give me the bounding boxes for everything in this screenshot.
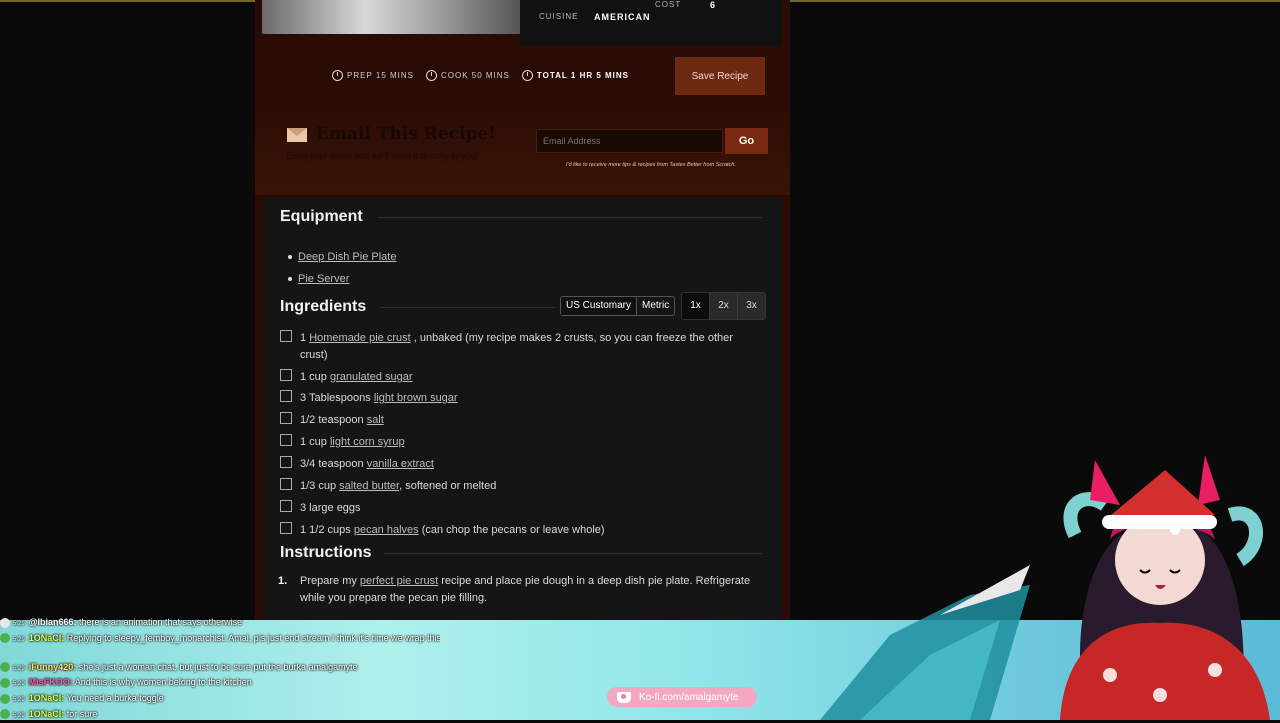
- save-recipe-button[interactable]: Save Recipe: [675, 57, 765, 95]
- ingredient-link[interactable]: vanilla extract: [367, 458, 434, 470]
- total-time: TOTAL 1 HR 5 MINS: [521, 70, 629, 81]
- ingredient-checkbox[interactable]: [280, 500, 292, 512]
- recipe-photo: [262, 0, 520, 34]
- ingredient-link[interactable]: salted butter: [339, 480, 399, 492]
- email-recipe-subtitle: Enter your email and we'll send it direc…: [286, 151, 479, 161]
- santa-hat-brim: [1102, 515, 1217, 529]
- divider: [380, 307, 555, 308]
- recipe-times: PREP 15 MINS COOK 50 MINS TOTAL 1 HR 5 M…: [332, 70, 629, 81]
- ingredient-link[interactable]: pecan halves: [354, 524, 419, 536]
- chat-message: [0, 647, 440, 661]
- ingredient-link[interactable]: Homemade pie crust: [309, 332, 411, 344]
- santa-hat-pompom: [1170, 525, 1180, 535]
- unit-toggle: US Customary Metric: [560, 296, 676, 316]
- ingredient-checkbox[interactable]: [280, 478, 292, 490]
- chat-message: 5:29 1ONaCl: You need a burka toggle: [0, 692, 440, 708]
- vtuber-avatar: [820, 455, 1270, 720]
- ingredient-link[interactable]: granulated sugar: [330, 371, 413, 383]
- envelope-icon: [287, 128, 307, 142]
- snowflake-pattern: [1103, 668, 1117, 682]
- snowflake-pattern: [1153, 688, 1167, 702]
- kick-icon: [0, 662, 10, 673]
- ingredients-heading: Ingredients: [280, 298, 367, 315]
- instruction-step: 1. Prepare my perfect pie crust recipe a…: [278, 575, 751, 604]
- ingredient-item: 1/2 teaspoon salt: [280, 412, 750, 429]
- divider: [378, 217, 762, 218]
- cuisine-label: CUISINE: [539, 12, 579, 21]
- unit-us-customary[interactable]: US Customary: [561, 297, 637, 315]
- cost-label: COST: [655, 0, 682, 9]
- divider: [384, 553, 762, 554]
- kick-icon: [0, 693, 10, 704]
- kofi-url: Ko-fi.com/amalgamyte: [639, 691, 739, 703]
- scale-3x[interactable]: 3x: [737, 293, 765, 319]
- ingredient-item: 1 Homemade pie crust , unbaked (my recip…: [280, 330, 750, 364]
- snowflake-pattern: [1208, 663, 1222, 677]
- ingredient-checkbox[interactable]: [280, 369, 292, 381]
- avatar-horn-left: [1063, 492, 1110, 539]
- chat-message: 5:29 iFunny420: she's just a woman chat, …: [0, 661, 440, 677]
- clock-icon: [425, 70, 437, 81]
- equipment-item: Deep Dish Pie Plate: [288, 251, 396, 263]
- prep-time: PREP 15 MINS: [332, 70, 414, 81]
- chat-message: 5:29 MisFKOO: And this is why women belon…: [0, 676, 440, 692]
- instruction-link[interactable]: perfect pie crust: [360, 575, 438, 587]
- kofi-cup-icon: [617, 691, 631, 703]
- equipment-heading: Equipment: [280, 208, 363, 225]
- step-number: 1.: [278, 575, 288, 587]
- chat-message: 5:29 1ONaCl: for sure: [0, 708, 440, 723]
- ingredient-checkbox[interactable]: [280, 390, 292, 402]
- kick-icon: [0, 709, 10, 720]
- scale-1x[interactable]: 1x: [682, 293, 709, 319]
- user-avatar: [0, 617, 10, 628]
- equipment-link[interactable]: Pie Server: [298, 273, 349, 285]
- ingredient-item: 1 cup light corn syrup: [280, 434, 750, 451]
- clock-icon: [332, 70, 343, 81]
- kick-icon: [0, 633, 10, 644]
- ingredient-item: 1 cup granulated sugar: [280, 369, 750, 386]
- ingredient-item: 3 large eggs: [280, 500, 750, 517]
- bullet-icon: [288, 277, 292, 282]
- stream-chat: 5:29 @Ibian666: there is an animation tha…: [0, 616, 440, 723]
- cuisine-value: AMERICAN: [594, 12, 651, 22]
- ingredient-checkbox[interactable]: [280, 434, 292, 446]
- ingredient-item: 1/3 cup salted butter, softened or melte…: [280, 478, 750, 495]
- ingredient-link[interactable]: light brown sugar: [374, 392, 458, 404]
- kofi-link[interactable]: Ko-fi.com/amalgamyte: [607, 687, 757, 707]
- clock-icon: [521, 70, 533, 81]
- ingredient-item: 3 Tablespoons light brown sugar: [280, 390, 750, 407]
- chat-message: 5:29 @Ibian666: there is an animation tha…: [0, 616, 440, 632]
- recipe-meta-box: COST 6 CUISINE AMERICAN: [520, 0, 782, 46]
- ingredient-item: 3/4 teaspoon vanilla extract: [280, 456, 750, 473]
- ingredient-item: 1 1/2 cups pecan halves (can chop the pe…: [280, 522, 750, 539]
- cost-value: 6: [710, 0, 717, 10]
- unit-metric[interactable]: Metric: [636, 297, 674, 315]
- avatar-horn-right: [1227, 506, 1263, 566]
- scale-2x[interactable]: 2x: [709, 293, 737, 319]
- santa-hat: [1105, 470, 1215, 520]
- email-go-button[interactable]: Go: [725, 128, 768, 154]
- kick-icon: [0, 678, 10, 688]
- bullet-icon: [288, 255, 292, 260]
- ingredient-checkbox[interactable]: [280, 412, 292, 424]
- ingredient-link[interactable]: light corn syrup: [330, 436, 405, 448]
- email-consent-text: I'd like to receive more tips & recipes …: [566, 162, 736, 168]
- ingredient-checkbox[interactable]: [280, 456, 292, 468]
- avatar-ear-right: [1198, 455, 1220, 505]
- avatar-ear-left: [1090, 460, 1120, 505]
- scale-toggle: 1x 2x 3x: [681, 292, 766, 320]
- ingredient-link[interactable]: salt: [367, 414, 384, 426]
- ingredient-checkbox[interactable]: [280, 330, 292, 342]
- cook-time: COOK 50 MINS: [425, 70, 510, 81]
- chat-message: 5:29 1ONaCl: Replying to sleepy_femboy_mo…: [0, 632, 440, 648]
- email-recipe-title: Email This Recipe!: [316, 124, 496, 144]
- ingredient-checkbox[interactable]: [280, 522, 292, 534]
- instructions-heading: Instructions: [280, 544, 372, 561]
- equipment-item: Pie Server: [288, 273, 349, 285]
- email-input[interactable]: [536, 129, 723, 153]
- equipment-link[interactable]: Deep Dish Pie Plate: [298, 251, 396, 263]
